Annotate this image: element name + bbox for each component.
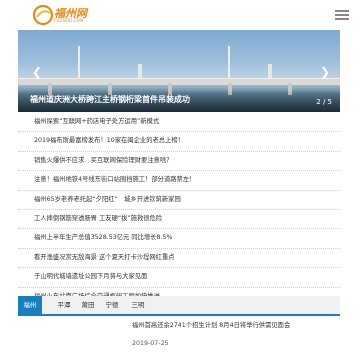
news-list: 福州探索“互联网+药店电子处方运用”新模式 2019福布斯最富榜发布！10家在闽… — [18, 113, 340, 307]
logo-subtext: FUZHOU.COM — [54, 18, 84, 23]
tab-fuzhou[interactable]: 福州 — [18, 296, 42, 314]
news-list-item[interactable]: 福州65岁老养老托起“夕阳红” 城乡开进钦筑新家园 — [18, 191, 340, 210]
headline-banner[interactable]: ❮ ❯ 福州道庆洲大桥跨江主桥钢桁梁首件吊装成功 2 / 5 — [18, 30, 340, 112]
region-news-date: 2019-07-25 — [132, 340, 169, 347]
banner-title[interactable]: 福州道庆洲大桥跨江主桥钢桁梁首件吊装成功 — [30, 94, 190, 105]
menu-icon[interactable] — [334, 7, 350, 23]
tab-sanming[interactable]: 三明 — [126, 296, 150, 314]
tab-ningde[interactable]: 宁德 — [100, 296, 124, 314]
tab-pingtan[interactable]: 平潭 — [52, 296, 76, 314]
crane-shape — [228, 46, 230, 78]
banner-next-icon[interactable]: ❯ — [320, 66, 330, 78]
news-list-item[interactable]: 于山明代城墙遗址公园下月将与大家见面 — [18, 268, 340, 288]
news-list-item[interactable]: 注意！福州地铁4号线东街口站围挡施工！部分道路禁左！ — [18, 171, 340, 191]
site-logo[interactable]: 福州网 FUZHOU.COM — [32, 4, 92, 26]
region-news-title[interactable]: 福州首高还余2741个招生计划 8月4日将举行供需见面会 — [132, 320, 290, 329]
news-list-item[interactable]: 销售火爆供不应求 买互联网保险理财要注意啥？ — [18, 152, 340, 172]
logo-mark-icon — [32, 4, 54, 26]
site-header: 福州网 FUZHOU.COM — [0, 0, 360, 30]
news-list-item[interactable]: 工人摔倒钢筋穿透肠胃 工友硬“拔”施救很危险 — [18, 210, 340, 230]
banner-page-indicator: 2 / 5 — [316, 98, 332, 106]
news-list-item[interactable]: 福州探索“互联网+药店电子处方运用”新模式 — [18, 113, 340, 133]
news-list-item[interactable]: 福州上半年生产总值3528.53亿元 同比增长8.5% — [18, 229, 340, 249]
news-list-item[interactable]: 看开渔盛况赏无敌海景 这个夏天打卡沙埕网红重点 — [18, 249, 340, 269]
tab-putian[interactable]: 莆田 — [76, 296, 100, 314]
region-news: 福州首高还余2741个招生计划 8月4日将举行供需见面会 2019-07-25 — [18, 316, 340, 360]
region-tabs: 福州 平潭 莆田 宁德 三明 — [18, 296, 340, 316]
crane-shape — [78, 46, 80, 78]
banner-prev-icon[interactable]: ❮ — [32, 66, 42, 78]
news-list-item[interactable]: 2019福布斯最富榜发布！10家在闽企业的老总上榜！ — [18, 132, 340, 152]
